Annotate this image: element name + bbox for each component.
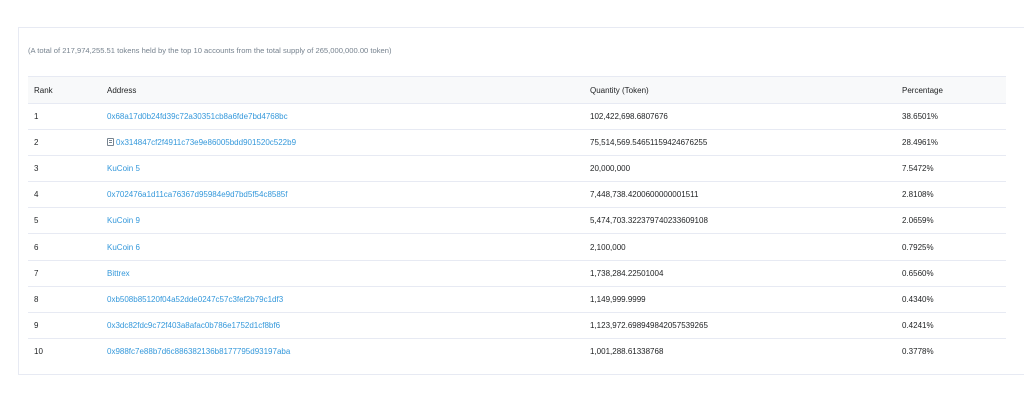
rank-cell: 4 bbox=[28, 181, 101, 209]
holder-address-link[interactable]: 0x702476a1d11ca76367d95984e9d7bd5f54c858… bbox=[107, 190, 287, 199]
percentage-cell: 0.4340% bbox=[896, 286, 1006, 313]
quantity-cell: 102,422,698.6807676 bbox=[584, 103, 896, 131]
rank-cell: 5 bbox=[28, 207, 101, 235]
percentage-cell: 28.4961% bbox=[896, 129, 1006, 157]
rank-cell: 8 bbox=[28, 286, 101, 313]
percentage-cell: 0.4241% bbox=[896, 312, 1006, 339]
quantity-cell: 2,100,000 bbox=[584, 233, 896, 261]
rank-cell: 6 bbox=[28, 233, 101, 261]
rank-cell: 3 bbox=[28, 155, 101, 183]
percentage-cell: 7.5472% bbox=[896, 155, 1006, 183]
table-row: 2 0x314847cf2f4911c73e9e86005bdd901520c52… bbox=[28, 129, 1006, 157]
address-cell: KuCoin 5 bbox=[101, 155, 584, 183]
holder-address-link[interactable]: 0x314847cf2f4911c73e9e86005bdd901520c522… bbox=[116, 138, 296, 147]
rank-cell: 1 bbox=[28, 103, 101, 131]
rank-cell: 9 bbox=[28, 312, 101, 339]
table-row: 10 0x988fc7e88b7d6c886382136b8177795d9319… bbox=[28, 338, 1006, 364]
address-header: Address bbox=[101, 76, 584, 104]
address-cell: 0x3dc82fdc9c72f403a8afac0b786e1752d1cf8b… bbox=[101, 312, 584, 339]
quantity-header: Quantity (Token) bbox=[584, 76, 896, 104]
address-cell: 0x68a17d0b24fd39c72a30351cb8a6fde7bd4768… bbox=[101, 103, 584, 131]
percentage-header: Percentage bbox=[896, 76, 1006, 104]
holder-address-link[interactable]: KuCoin 6 bbox=[107, 243, 140, 252]
percentage-cell: 0.7925% bbox=[896, 233, 1006, 261]
table-row: 8 0xb508b85120f04a52dde0247c57c3fef2b79c1… bbox=[28, 286, 1006, 313]
quantity-cell: 1,123,972.698949842057539265 bbox=[584, 312, 896, 339]
table-row: 4 0x702476a1d11ca76367d95984e9d7bd5f54c85… bbox=[28, 181, 1006, 209]
percentage-cell: 2.0659% bbox=[896, 207, 1006, 235]
address-cell: KuCoin 9 bbox=[101, 207, 584, 235]
quantity-cell: 1,738,284.22501004 bbox=[584, 260, 896, 287]
percentage-cell: 0.3778% bbox=[902, 347, 934, 357]
holder-address-link[interactable]: 0x68a17d0b24fd39c72a30351cb8a6fde7bd4768… bbox=[107, 112, 288, 121]
address-cell: 0x988fc7e88b7d6c886382136b8177795d93197a… bbox=[101, 338, 584, 364]
holders-table-body: 1 0x68a17d0b24fd39c72a30351cb8a6fde7bd476… bbox=[28, 103, 1006, 365]
quantity-cell: 7,448,738.4200600000001511 bbox=[584, 181, 896, 209]
percentage-cell: 2.8108% bbox=[896, 181, 1006, 209]
rank-header: Rank bbox=[28, 76, 101, 104]
quantity-cell: 1,149,999.9999 bbox=[584, 286, 896, 313]
quantity-cell: 20,000,000 bbox=[584, 155, 896, 183]
percentage-cell: 0.6560% bbox=[896, 260, 1006, 287]
rank-cell: 7 bbox=[28, 260, 101, 287]
address-cell: 0x702476a1d11ca76367d95984e9d7bd5f54c858… bbox=[101, 181, 584, 209]
rank-cell: 10 bbox=[34, 347, 43, 357]
rank-cell: 2 bbox=[28, 129, 101, 157]
holder-address-link[interactable]: Bittrex bbox=[107, 269, 130, 278]
address-cell: KuCoin 6 bbox=[101, 233, 584, 261]
token-holders-table: Rank Address Quantity (Token) Percentage… bbox=[28, 76, 1006, 364]
address-cell: 0x314847cf2f4911c73e9e86005bdd901520c522… bbox=[101, 129, 584, 157]
table-row: 5 KuCoin 9 5,474,703.322379740233609108 2.0… bbox=[28, 207, 1006, 235]
address-cell: 0xb508b85120f04a52dde0247c57c3fef2b79c1d… bbox=[101, 286, 584, 313]
holders-summary: (A total of 217,974,255.51 tokens held b… bbox=[28, 46, 392, 55]
percentage-cell: 38.6501% bbox=[896, 103, 1006, 131]
contract-icon bbox=[107, 138, 114, 147]
quantity-cell: 5,474,703.322379740233609108 bbox=[584, 207, 896, 235]
address-cell: Bittrex bbox=[101, 260, 584, 287]
table-row: 7 Bittrex 1,738,284.22501004 0.6560% bbox=[28, 260, 1006, 287]
holder-address-link[interactable]: 0xb508b85120f04a52dde0247c57c3fef2b79c1d… bbox=[107, 295, 283, 304]
table-row: 1 0x68a17d0b24fd39c72a30351cb8a6fde7bd476… bbox=[28, 103, 1006, 131]
holder-address-link[interactable]: 0x3dc82fdc9c72f403a8afac0b786e1752d1cf8b… bbox=[107, 321, 280, 330]
holder-address-link[interactable]: KuCoin 9 bbox=[107, 216, 140, 225]
table-row: 3 KuCoin 5 20,000,000 7.5472% bbox=[28, 155, 1006, 183]
quantity-cell: 1,001,288.61338768 bbox=[590, 347, 664, 357]
holder-address-link[interactable]: 0x988fc7e88b7d6c886382136b8177795d93197a… bbox=[107, 347, 290, 356]
table-row: 9 0x3dc82fdc9c72f403a8afac0b786e1752d1cf8… bbox=[28, 312, 1006, 339]
quantity-cell: 75,514,569.54651159424676255 bbox=[584, 129, 896, 157]
table-header-row: Rank Address Quantity (Token) Percentage bbox=[28, 76, 1006, 104]
holder-address-link[interactable]: KuCoin 5 bbox=[107, 164, 140, 173]
table-row: 6 KuCoin 6 2,100,000 0.7925% bbox=[28, 233, 1006, 261]
